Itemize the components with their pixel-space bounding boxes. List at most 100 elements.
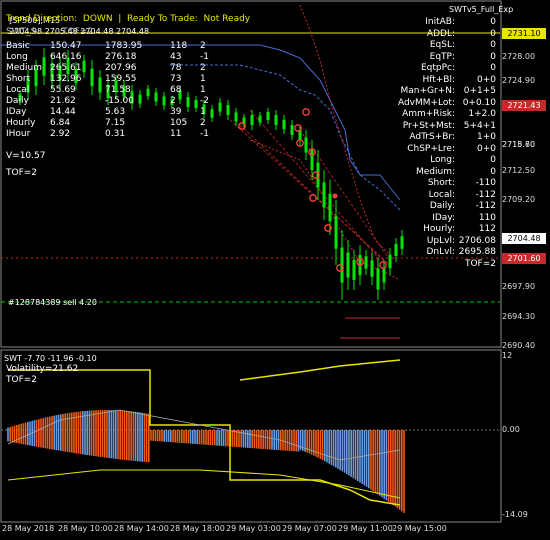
candle-body <box>82 60 86 73</box>
candle-body <box>42 57 46 76</box>
trend-fan-line <box>249 109 381 261</box>
price-tag-lower-red: 2701.60 <box>502 253 546 264</box>
price-axis-label: 2697.90 <box>502 282 536 291</box>
panel-label: ChSP+Lre: <box>407 143 455 154</box>
trade-marker <box>309 194 317 202</box>
price-axis-label: 2690.40 <box>502 341 536 350</box>
left-stats-label: Daily <box>6 96 29 106</box>
panel-label: Hourly: <box>423 224 455 234</box>
left-stats-c: 105 <box>170 118 188 128</box>
candle-body <box>400 236 404 249</box>
time-axis-label: 28 May 2018 <box>2 524 55 533</box>
panel-value: 0 <box>490 17 496 27</box>
trade-marker <box>379 261 387 269</box>
price-axis-label: 2724.90 <box>502 76 536 85</box>
candle-body <box>388 254 392 269</box>
time-axis-label: 29 May 11:00 <box>338 524 393 533</box>
panel-label: EqSL: <box>429 40 455 50</box>
left-stats-d: 1 <box>200 85 206 95</box>
left-stats-b: 5.63 <box>105 107 126 117</box>
left-stats-a: 2.92 <box>50 129 71 139</box>
left-stats-c: 39 <box>170 107 182 117</box>
candle-body <box>282 119 286 130</box>
price-chart[interactable] <box>0 0 550 540</box>
time-axis-label: 28 May 18:00 <box>170 524 225 533</box>
panel-value: 0+0 <box>477 74 496 85</box>
time-axis-label: 28 May 14:00 <box>114 524 169 533</box>
left-stats-d: 2 <box>200 118 206 128</box>
candle-body <box>310 150 314 170</box>
panel-label: Hft+Bl: <box>422 74 455 85</box>
left-stats-a: 21.62 <box>50 96 76 106</box>
sub-axis-top: 12 <box>502 351 513 360</box>
candle-body <box>98 77 102 93</box>
candle-body <box>304 137 308 153</box>
candle-body <box>146 88 150 97</box>
price-tag-mid-red: 2721.43 <box>502 100 546 111</box>
panel-label: Local: <box>428 189 455 200</box>
panel-label: ADDL: <box>426 28 455 39</box>
swt-panel-title: SWT -7.70 -11.96 -0.10 <box>4 354 97 363</box>
left-stats-c: 2 <box>170 96 176 106</box>
panel-value: 0 <box>490 40 496 50</box>
trend-direction-text: Trend Direction: DOWN | Ready To Trade: … <box>6 14 251 24</box>
panel-value: 0 <box>490 155 496 165</box>
left-stats-d: 1 <box>200 107 206 117</box>
left-stats-a: 265.61 <box>50 63 82 73</box>
candle-body <box>290 125 294 135</box>
time-axis-label: 29 May 03:00 <box>226 524 281 533</box>
left-stats-label: Local <box>6 85 30 95</box>
price-axis-label: 2715.60 <box>502 140 536 149</box>
left-stats-c: 118 <box>170 41 188 51</box>
left-stats-label: Hourly <box>6 118 36 128</box>
candle-body <box>90 68 94 87</box>
candle-body <box>394 244 398 256</box>
candle-body <box>194 100 198 108</box>
candle-body <box>154 92 158 102</box>
trade-marker <box>302 108 310 116</box>
left-stats-label: Long <box>6 52 28 62</box>
left-stats-d: 2 <box>200 41 206 51</box>
candle-body <box>210 109 214 118</box>
price-axis-label: 2694.30 <box>502 312 536 321</box>
price-tag-top: 2731.10 <box>502 28 546 39</box>
left-stats-b: -15.00 <box>105 96 135 106</box>
left-stats-d: -1 <box>200 129 209 139</box>
candle-body <box>346 252 350 278</box>
panel-label: Medium: <box>415 166 455 177</box>
panel-value: 5+4+1 <box>463 120 496 131</box>
panel-value: -112 <box>475 189 496 200</box>
left-stats-c: 11 <box>170 129 182 139</box>
left-stats-b: 71.58 <box>105 85 131 95</box>
time-axis-label: 29 May 15:00 <box>392 524 447 533</box>
left-stats-a: 6.84 <box>50 118 71 128</box>
time-axis-label: 28 May 10:00 <box>58 524 113 533</box>
panel-label: DnLvl: <box>426 247 455 257</box>
candle-body <box>334 216 338 249</box>
price-axis-label: 2728.00 <box>502 52 536 61</box>
panel-label: Pr+St+Mst: <box>402 120 455 131</box>
panel-label: EqtpPc: <box>420 63 455 73</box>
panel-label: IDay: <box>432 212 455 223</box>
left-stats-label: IHour <box>6 129 31 139</box>
candle-body <box>382 267 386 283</box>
volatility-text: Volatility=21.62 <box>6 364 79 374</box>
left-stats-a: 646.16 <box>50 52 82 62</box>
panel-value: 2695.88 <box>458 247 496 257</box>
candle-body <box>352 260 356 280</box>
panel-value: 0 <box>490 28 496 39</box>
sub-tof-text: TOF=2 <box>6 375 38 385</box>
left-stats-b: 159.55 <box>105 74 137 84</box>
v-value: V=10.57 <box>6 151 46 161</box>
panel-value: 1+2.0 <box>468 109 496 119</box>
candle-body <box>250 115 254 125</box>
left-stats-label: Short <box>6 74 31 84</box>
left-stats-label: Medium <box>6 63 42 73</box>
left-stats-a: 132.96 <box>50 74 82 84</box>
panel-value: TOF=2 <box>464 258 496 269</box>
panel-value: 0 <box>490 51 496 62</box>
panel-value: -112 <box>475 201 496 211</box>
candle-body <box>322 182 326 208</box>
left-stats-header: SWT_S... ...TOF=2 <box>6 27 94 37</box>
panel-value: 0 <box>490 166 496 177</box>
